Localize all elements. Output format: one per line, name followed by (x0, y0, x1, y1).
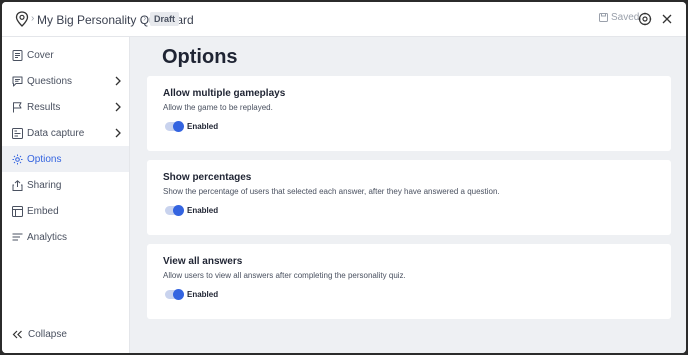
toggle-knob (173, 289, 184, 300)
sidebar-item-embed[interactable]: Embed (2, 198, 129, 224)
option-description: Allow users to view all answers after co… (163, 271, 406, 280)
option-title: View all answers (163, 256, 243, 267)
sidebar-item-results[interactable]: Results (2, 94, 129, 120)
collapse-label: Collapse (28, 329, 67, 340)
main-content: Options Allow multiple gameplays Allow t… (130, 37, 686, 353)
status-badge: Draft (150, 12, 180, 26)
sidebar-item-data-capture[interactable]: Data capture (2, 120, 129, 146)
embed-icon (12, 205, 23, 217)
breadcrumb-separator: › (143, 13, 147, 24)
option-card-multiple-gameplays: Allow multiple gameplays Allow the game … (147, 76, 671, 151)
sidebar-item-analytics[interactable]: Analytics (2, 224, 129, 250)
toggle-row: Enabled (165, 121, 219, 132)
toggle-knob (173, 121, 184, 132)
sidebar-item-questions[interactable]: Questions (2, 68, 129, 94)
show-percentages-toggle[interactable] (165, 205, 184, 216)
sidebar-item-label: Sharing (27, 179, 62, 191)
option-title: Allow multiple gameplays (163, 88, 286, 99)
sidebar-item-label: Embed (27, 205, 59, 217)
app-window: › My Big Personality Quiz Card › Draft S… (2, 2, 686, 353)
save-status: Saved (599, 12, 639, 23)
toggle-knob (173, 205, 184, 216)
multiple-gameplays-toggle[interactable] (165, 121, 184, 132)
sidebar: Cover Questions Results Data capture Opt… (2, 37, 130, 353)
saved-label: Saved (611, 12, 640, 23)
sidebar-item-label: Cover (27, 49, 54, 61)
flag-icon (13, 101, 22, 112)
toggle-label: Enabled (187, 122, 219, 131)
option-card-show-percentages: Show percentages Show the percentage of … (147, 160, 671, 235)
analytics-icon (12, 233, 23, 240)
close-button[interactable] (659, 11, 675, 27)
breadcrumb-separator: › (31, 13, 35, 24)
gear-icon (12, 154, 23, 164)
sidebar-item-cover[interactable]: Cover (2, 42, 129, 68)
sidebar-item-options[interactable]: Options (2, 146, 129, 172)
chevron-right-icon (115, 128, 121, 138)
sidebar-item-label: Results (27, 101, 61, 113)
document-icon (12, 49, 23, 61)
double-chevron-left-icon (12, 330, 22, 339)
toggle-row: Enabled (165, 289, 219, 300)
sidebar-item-sharing[interactable]: Sharing (2, 172, 129, 198)
top-bar: › My Big Personality Quiz Card › Draft S… (2, 2, 686, 37)
option-card-view-all-answers: View all answers Allow users to view all… (147, 244, 671, 319)
chevron-right-icon (115, 76, 121, 86)
sidebar-item-label: Data capture (27, 127, 85, 139)
option-title: Show percentages (163, 172, 252, 183)
page-title: Options (162, 46, 238, 68)
view-all-answers-toggle[interactable] (165, 289, 184, 300)
toggle-label: Enabled (187, 290, 219, 299)
share-icon (12, 179, 23, 191)
sidebar-item-label: Questions (27, 75, 73, 87)
sidebar-item-label: Options (27, 153, 62, 165)
close-icon (662, 14, 672, 24)
toggle-row: Enabled (165, 205, 219, 216)
settings-button[interactable] (638, 12, 652, 26)
chevron-right-icon (115, 102, 121, 112)
toggle-label: Enabled (187, 206, 219, 215)
option-description: Allow the game to be replayed. (163, 103, 273, 112)
collapse-button[interactable]: Collapse (12, 329, 67, 340)
chat-icon (12, 76, 23, 86)
save-icon (599, 13, 608, 22)
form-icon (12, 127, 23, 139)
sidebar-item-label: Analytics (27, 231, 68, 243)
location-pin-logo-icon[interactable] (15, 11, 29, 27)
option-description: Show the percentage of users that select… (163, 187, 500, 196)
